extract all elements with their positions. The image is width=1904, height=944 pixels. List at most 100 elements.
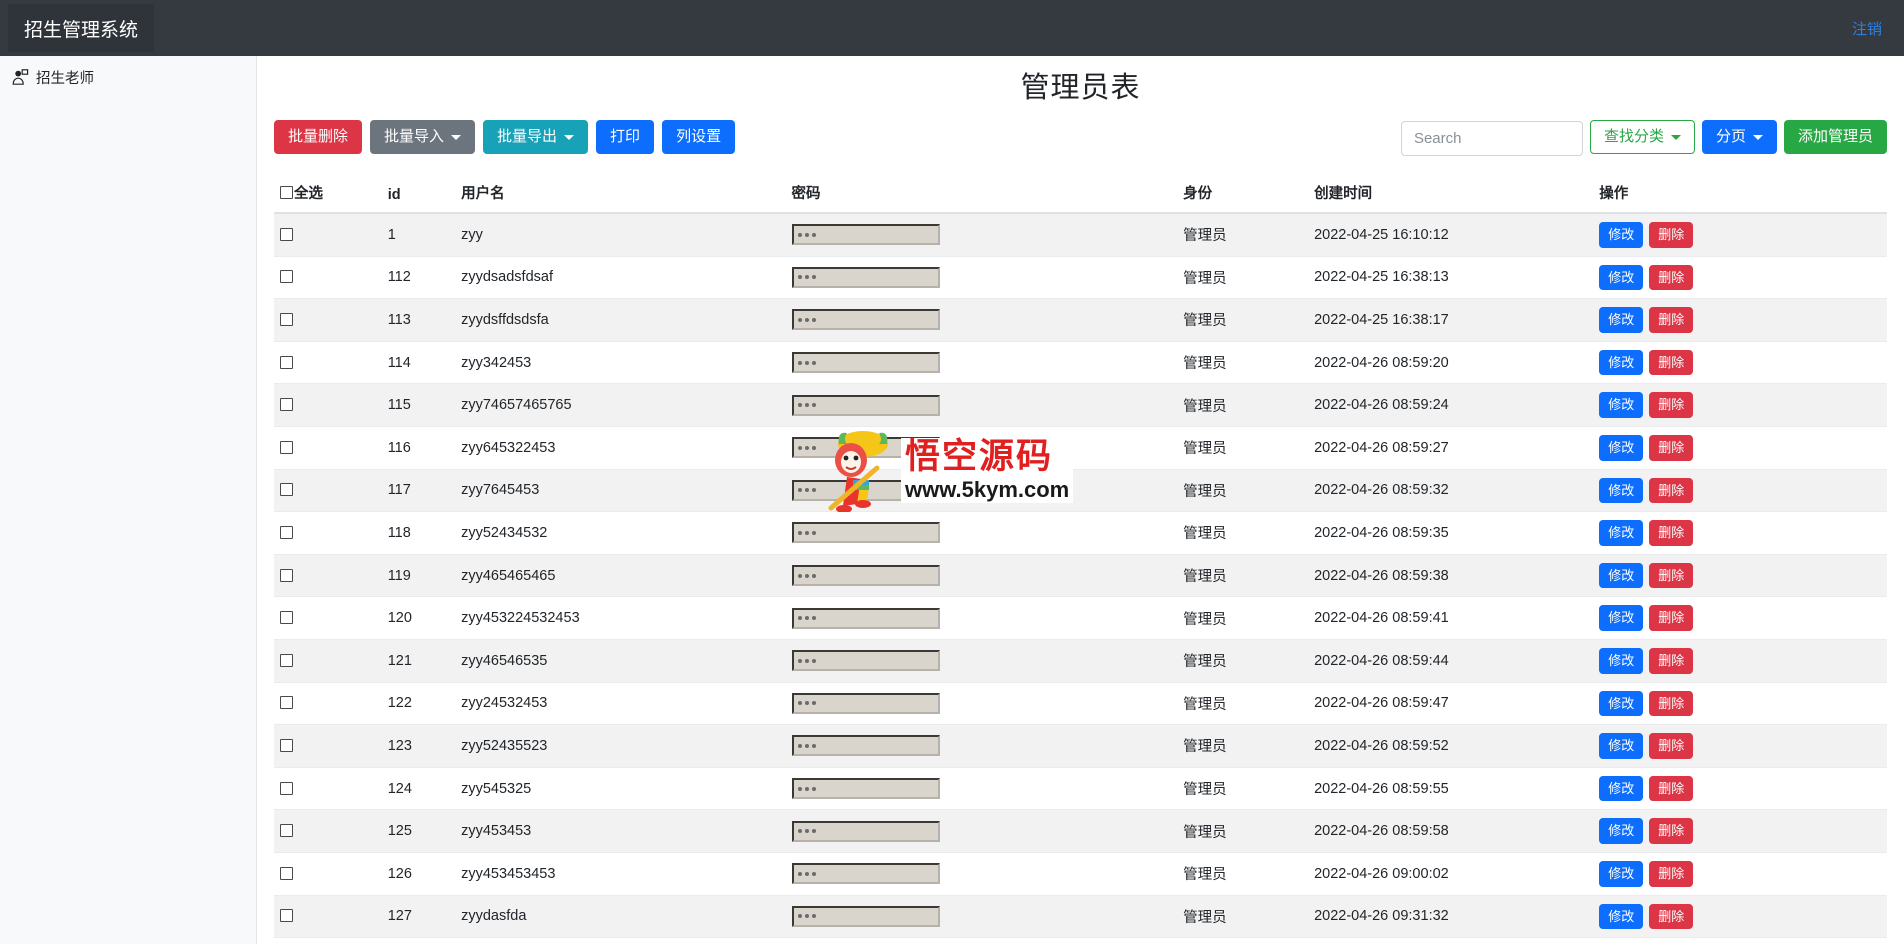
delete-button[interactable]: 删除 <box>1649 434 1694 461</box>
row-select-cell[interactable] <box>274 596 382 640</box>
cell-password[interactable] <box>785 511 1178 555</box>
delete-button[interactable]: 删除 <box>1649 775 1694 802</box>
header-password[interactable]: 密码 <box>785 174 1178 214</box>
delete-button[interactable]: 删除 <box>1649 392 1694 418</box>
edit-button[interactable]: 修改 <box>1599 733 1644 759</box>
row-checkbox[interactable] <box>280 398 293 412</box>
delete-button[interactable]: 删除 <box>1649 520 1694 546</box>
password-field[interactable] <box>791 565 940 587</box>
edit-button[interactable]: 修改 <box>1599 605 1644 631</box>
select-all-checkbox[interactable] <box>280 186 293 199</box>
row-checkbox[interactable] <box>280 696 293 710</box>
delete-button[interactable]: 删除 <box>1649 860 1694 887</box>
delete-button[interactable]: 删除 <box>1649 222 1694 248</box>
password-field[interactable] <box>791 650 940 672</box>
cell-password[interactable] <box>785 468 1178 512</box>
header-username[interactable]: 用户名 <box>455 174 786 214</box>
edit-button[interactable]: 修改 <box>1599 477 1644 504</box>
print-button[interactable]: 打印 <box>596 120 655 154</box>
password-field[interactable] <box>791 352 940 374</box>
row-select-cell[interactable] <box>274 383 382 427</box>
row-select-cell[interactable] <box>274 255 382 299</box>
edit-button[interactable]: 修改 <box>1599 647 1644 674</box>
cell-password[interactable] <box>785 681 1178 725</box>
password-field[interactable] <box>791 905 940 927</box>
password-field[interactable] <box>791 863 940 885</box>
cell-password[interactable] <box>785 724 1178 768</box>
row-checkbox[interactable] <box>280 525 293 539</box>
password-field[interactable] <box>791 266 940 288</box>
cell-password[interactable] <box>785 383 1178 427</box>
cell-password[interactable] <box>785 809 1178 853</box>
password-field[interactable] <box>791 479 940 501</box>
edit-button[interactable]: 修改 <box>1599 222 1644 248</box>
row-checkbox[interactable] <box>280 568 293 582</box>
cell-password[interactable] <box>785 212 1178 257</box>
cell-password[interactable] <box>785 298 1178 342</box>
password-field[interactable] <box>791 224 940 246</box>
batch-export-button[interactable]: 批量导出 <box>483 120 589 154</box>
password-field[interactable] <box>791 309 940 331</box>
find-category-button[interactable]: 查找分类 <box>1589 120 1695 154</box>
header-created-at[interactable]: 创建时间 <box>1308 174 1594 214</box>
password-field[interactable] <box>791 522 940 544</box>
row-select-cell[interactable] <box>274 894 382 938</box>
row-select-cell[interactable] <box>274 724 382 768</box>
delete-button[interactable]: 删除 <box>1649 690 1694 717</box>
navbar-brand[interactable]: 招生管理系统 <box>8 4 155 52</box>
row-select-cell[interactable] <box>274 638 382 683</box>
edit-button[interactable]: 修改 <box>1599 349 1644 376</box>
paging-button[interactable]: 分页 <box>1701 120 1777 154</box>
edit-button[interactable]: 修改 <box>1599 392 1644 418</box>
row-checkbox[interactable] <box>280 781 293 795</box>
password-field[interactable] <box>791 735 940 757</box>
header-id[interactable]: id <box>381 174 456 214</box>
row-select-cell[interactable] <box>274 553 382 597</box>
row-checkbox[interactable] <box>280 227 293 241</box>
delete-button[interactable]: 删除 <box>1649 477 1694 504</box>
delete-button[interactable]: 删除 <box>1649 264 1694 291</box>
cell-password[interactable] <box>785 851 1178 895</box>
row-checkbox[interactable] <box>280 270 293 284</box>
edit-button[interactable]: 修改 <box>1599 818 1644 844</box>
password-field[interactable] <box>791 394 940 416</box>
password-field[interactable] <box>791 778 940 800</box>
header-operation[interactable]: 操作 <box>1593 174 1887 214</box>
row-select-cell[interactable] <box>274 425 382 470</box>
row-select-cell[interactable] <box>274 212 382 257</box>
cell-password[interactable] <box>785 937 1178 944</box>
delete-button[interactable]: 删除 <box>1649 605 1694 631</box>
logout-link[interactable]: 注销 <box>1852 18 1904 39</box>
row-checkbox[interactable] <box>280 312 293 326</box>
edit-button[interactable]: 修改 <box>1599 520 1644 546</box>
row-checkbox[interactable] <box>280 653 293 667</box>
edit-button[interactable]: 修改 <box>1599 903 1644 930</box>
row-select-cell[interactable] <box>274 681 382 725</box>
delete-button[interactable]: 删除 <box>1649 818 1694 844</box>
cell-password[interactable] <box>785 425 1178 470</box>
edit-button[interactable]: 修改 <box>1599 264 1644 291</box>
cell-password[interactable] <box>785 766 1178 810</box>
delete-button[interactable]: 删除 <box>1649 733 1694 759</box>
row-checkbox[interactable] <box>280 440 293 454</box>
cell-password[interactable] <box>785 894 1178 938</box>
delete-button[interactable]: 删除 <box>1649 903 1694 930</box>
batch-import-button[interactable]: 批量导入 <box>370 120 476 154</box>
row-checkbox[interactable] <box>280 866 293 880</box>
search-input[interactable] <box>1400 121 1583 156</box>
cell-password[interactable] <box>785 255 1178 299</box>
password-field[interactable] <box>791 437 940 459</box>
edit-button[interactable]: 修改 <box>1599 690 1644 717</box>
cell-password[interactable] <box>785 596 1178 640</box>
row-select-cell[interactable] <box>274 340 382 384</box>
edit-button[interactable]: 修改 <box>1599 775 1644 802</box>
row-select-cell[interactable] <box>274 511 382 555</box>
delete-button[interactable]: 删除 <box>1649 562 1694 589</box>
edit-button[interactable]: 修改 <box>1599 562 1644 589</box>
add-admin-button[interactable]: 添加管理员 <box>1783 120 1887 154</box>
row-select-cell[interactable] <box>274 809 382 853</box>
password-field[interactable] <box>791 692 940 714</box>
delete-button[interactable]: 删除 <box>1649 647 1694 674</box>
header-role[interactable]: 身份 <box>1177 174 1309 214</box>
row-checkbox[interactable] <box>280 824 293 838</box>
